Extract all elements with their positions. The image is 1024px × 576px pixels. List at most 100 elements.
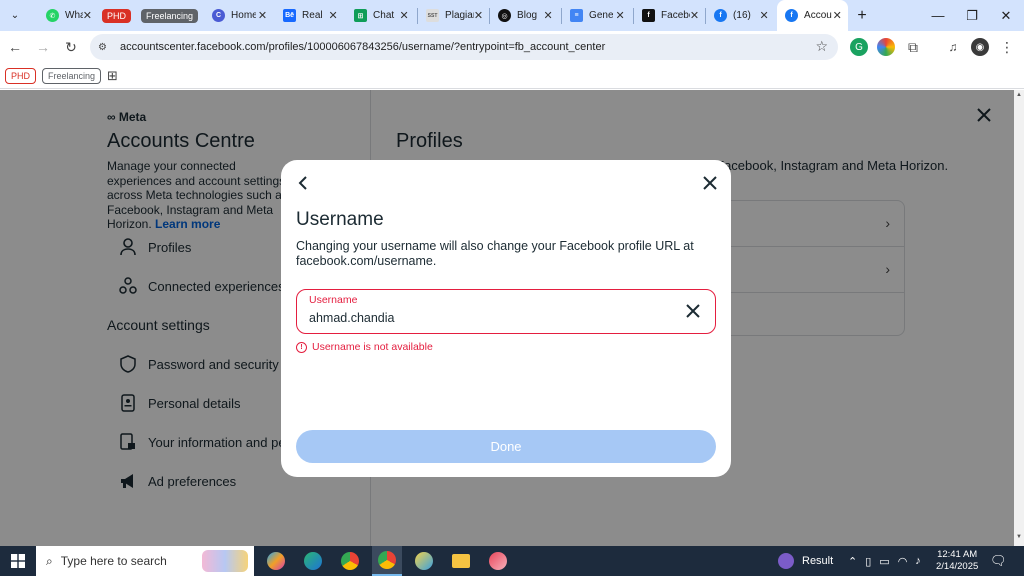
accounts-centre-page: ∞ Meta Accounts Centre Manage your conne… [0,90,1014,546]
close-icon[interactable]: ✕ [690,9,699,22]
bookmark-folder-phd[interactable]: PHD [5,67,37,84]
tab-group-phd[interactable]: PHD [98,0,137,31]
browser-tab[interactable]: C Home ✕ [204,0,275,31]
browser-tab[interactable]: ✆ WhatsApp ✕ [38,0,98,31]
chevron-down-icon: ⌄ [10,10,20,21]
browser-tab[interactable]: ≡ Gene ✕ [562,0,633,31]
docs-icon: ≡ [570,9,584,22]
media-control-icon[interactable]: ♫ [944,38,962,56]
new-tab-button[interactable]: + [848,7,876,25]
device-icon[interactable]: ▯ [865,555,871,568]
close-icon[interactable]: ✕ [613,9,627,22]
browser-tab-active[interactable]: f Accounts ✕ [777,0,849,31]
browser-tab[interactable]: ◎ Blog ✕ [490,0,561,31]
username-input[interactable] [309,311,669,325]
error-icon: ! [296,341,307,353]
grammarly-extension-icon[interactable]: G [850,38,868,56]
weather-icon [778,553,794,569]
weather-widget[interactable]: Result [778,546,833,576]
tab-title: Plagiarism [445,10,474,21]
restore-icon: ❐ [966,7,978,23]
site-icon: C [212,9,226,22]
done-button[interactable]: Done [296,430,716,463]
reload-icon: ↻ [65,38,77,55]
menu-kebab-icon[interactable]: ⋮ [998,38,1016,56]
sheets-icon: ⊞ [354,9,368,22]
address-bar[interactable]: ⚙ accountscenter.facebook.com/profiles/1… [90,34,838,60]
windows-logo-icon [11,554,25,568]
site-settings-icon[interactable]: ⚙ [98,42,112,53]
close-icon[interactable]: ✕ [757,9,771,22]
taskbar-search[interactable]: ⌕ Type here to search [36,546,254,576]
scroll-down-icon[interactable]: ▼ [1016,534,1022,540]
profile-avatar[interactable]: ◉ [971,38,989,56]
taskbar-app-chrome[interactable] [335,546,365,576]
close-window-button[interactable]: ✕ [989,0,1023,31]
volume-icon[interactable]: ♪ [915,555,921,567]
username-field[interactable]: Username [296,289,716,334]
browser-tab[interactable]: f (16) ✕ [706,0,777,31]
close-icon[interactable]: ✕ [541,9,555,22]
restore-button[interactable]: ❐ [955,0,989,31]
close-icon [703,176,717,190]
minimize-button[interactable]: — [921,0,955,31]
taskbar-clock[interactable]: 12:41 AM 2/14/2025 [936,549,978,573]
site-icon: SST [426,9,440,22]
taskbar-app-copilot[interactable] [261,546,291,576]
bookmark-folder-freelancing[interactable]: Freelancing [42,67,102,84]
browser-tab[interactable]: ⊞ Chat ✕ [346,0,417,31]
error-text: Username is not available [312,341,433,353]
taskbar-app-paint[interactable] [409,546,439,576]
forward-button[interactable]: → [30,34,56,60]
back-button[interactable]: ← [2,34,28,60]
taskbar-app-snipping[interactable] [483,546,513,576]
apps-grid-icon[interactable]: ⊞ [107,68,118,84]
arrow-left-icon: ← [8,39,22,55]
close-icon [686,304,700,318]
chrome-icon [378,551,396,569]
extensions-puzzle-icon[interactable]: ⧉ [904,38,922,56]
page-scrollbar[interactable]: ▲ ▼ [1014,90,1024,546]
browser-tab[interactable]: Bē Real ✕ [275,0,346,31]
taskbar-app-edge[interactable] [298,546,328,576]
bookmark-star-icon[interactable]: ☆ [815,38,828,55]
browser-tab[interactable]: f Facebook ✕ [634,0,705,31]
close-icon[interactable]: ✕ [474,9,483,22]
back-button[interactable] [295,174,313,192]
wifi-icon[interactable]: ◠ [898,555,908,568]
reload-button[interactable]: ↻ [58,34,84,60]
behance-icon: Bē [283,9,297,22]
taskbar-app-file-explorer[interactable] [446,546,476,576]
threads-icon: ◎ [498,9,512,22]
scroll-up-icon[interactable]: ▲ [1016,92,1022,98]
whatsapp-icon: ✆ [46,9,59,22]
clock-date: 2/14/2025 [936,561,979,572]
clear-input-button[interactable] [685,303,701,319]
close-icon[interactable]: ✕ [832,9,842,22]
url-text[interactable]: accountscenter.facebook.com/profiles/100… [120,41,605,53]
system-tray: ⌃ ▯ ▭ ◠ ♪ [848,546,921,576]
copilot-icon [267,552,285,570]
close-icon[interactable]: ✕ [326,9,340,22]
minimize-icon: — [931,8,945,23]
facebook-icon: f [714,9,728,22]
chevron-up-icon[interactable]: ⌃ [848,555,857,568]
facebook-icon: f [642,9,656,22]
tab-search-button[interactable]: ⌄ [6,7,24,25]
notifications-button[interactable]: 🗨 [990,546,1007,576]
browser-tab[interactable]: SST Plagiarism ✕ [418,0,489,31]
tab-group-freelancing[interactable]: Freelancing [137,0,204,31]
color-picker-extension-icon[interactable] [877,38,895,56]
close-dialog-button[interactable] [701,174,719,192]
start-button[interactable] [0,546,36,576]
tab-title: Real [302,10,323,21]
username-dialog: Username Changing your username will als… [281,160,731,477]
tab-group-label: PHD [102,8,132,23]
close-icon[interactable]: ✕ [256,9,269,22]
close-icon[interactable]: ✕ [397,9,411,22]
tab-group-label: Freelancing [141,8,199,23]
taskbar-app-chrome-active[interactable] [372,546,402,576]
plus-icon: + [857,6,867,24]
battery-icon[interactable]: ▭ [879,555,889,568]
close-icon[interactable]: ✕ [83,9,92,22]
